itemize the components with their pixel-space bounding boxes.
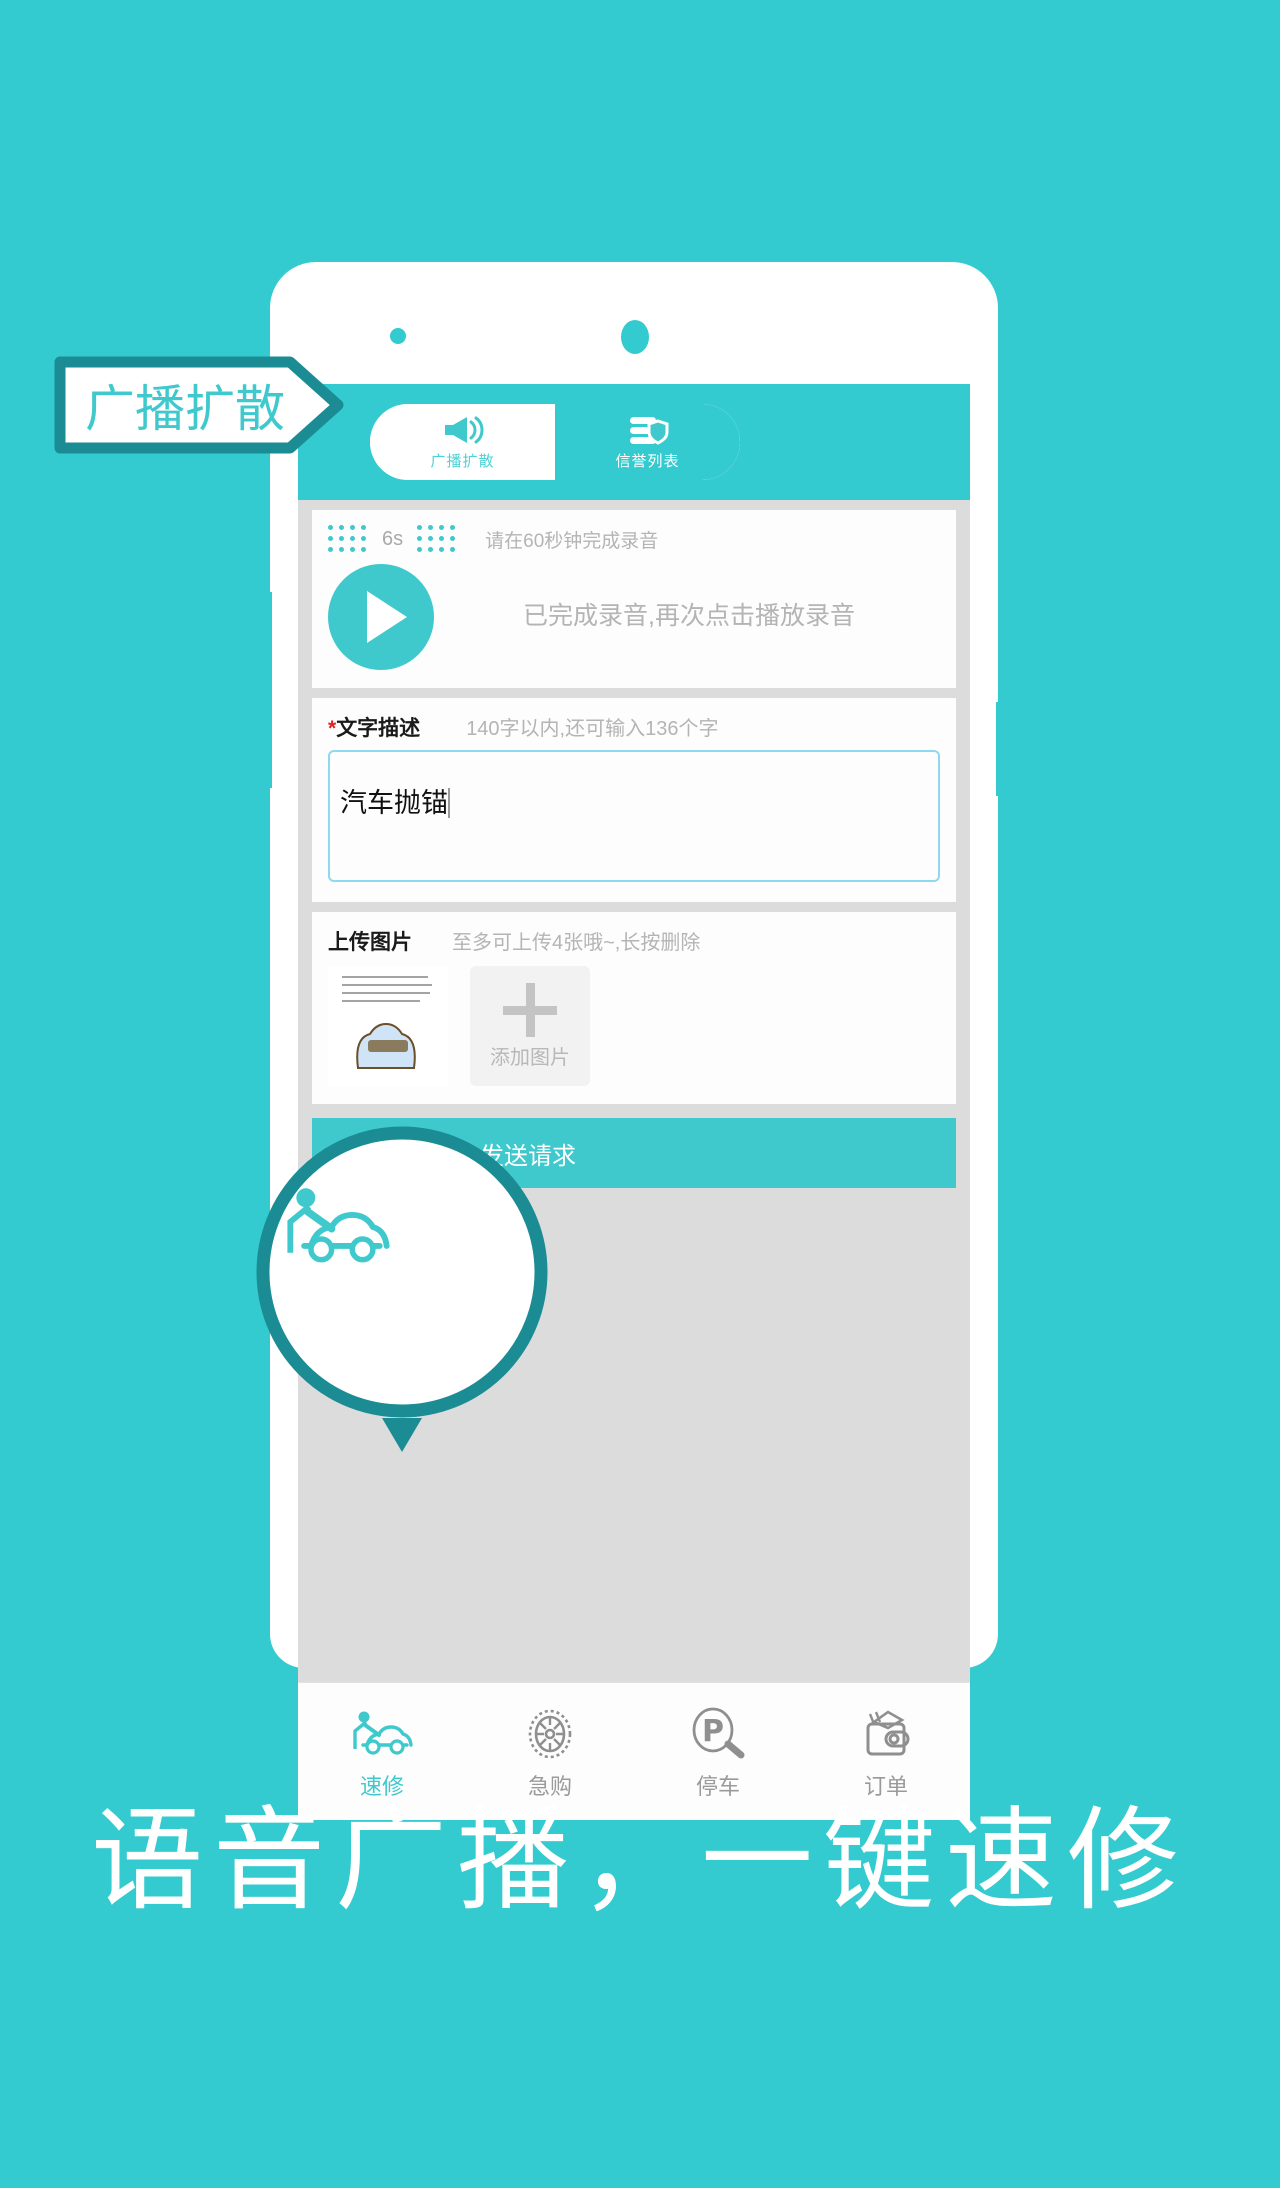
recording-player: 已完成录音,再次点击播放录音: [328, 564, 940, 670]
tab-credit-list[interactable]: 信誉列表: [555, 404, 740, 480]
upload-row: 添加图片: [328, 966, 940, 1086]
phone-screen: 广播扩散 信誉列表 6s 请在60秒钟完成录音 已完成录音,再次点击播放录音 *…: [298, 384, 970, 1820]
tab-broadcast-label: 广播扩散: [430, 453, 495, 470]
tab-broadcast[interactable]: 广播扩散: [370, 404, 555, 480]
add-image-button[interactable]: 添加图片: [470, 966, 590, 1086]
description-input[interactable]: 汽车抛锚: [328, 750, 940, 882]
callout-broadcast: 广播扩散: [46, 348, 352, 462]
proximity-sensor-icon: [390, 328, 406, 344]
uploaded-image-thumbnail[interactable]: [328, 966, 448, 1086]
description-title: 文字描述: [336, 717, 421, 740]
app-header: 广播扩散 信誉列表: [298, 384, 970, 500]
volume-button[interactable]: [260, 592, 272, 788]
upload-title: 上传图片: [328, 931, 412, 954]
plus-icon: [503, 982, 557, 1037]
tab-credit-list-label: 信誉列表: [615, 453, 680, 470]
tab-switcher: 广播扩散 信誉列表: [370, 404, 740, 480]
svg-text:P: P: [702, 1714, 724, 1749]
add-image-label: 添加图片: [490, 1046, 570, 1069]
credit-list-icon: [626, 413, 670, 447]
power-button[interactable]: [996, 702, 1008, 796]
highlight-bubble: [236, 1122, 568, 1488]
car-repair-icon: [349, 1703, 415, 1765]
recording-seconds: 6s: [382, 527, 404, 550]
recording-meta: 6s 请在60秒钟完成录音: [328, 524, 940, 554]
dot-grid-left-icon: [328, 524, 368, 554]
megaphone-icon: [441, 413, 485, 447]
play-icon: [367, 591, 407, 643]
dot-grid-right-icon: [417, 524, 457, 554]
recording-card: 6s 请在60秒钟完成录音 已完成录音,再次点击播放录音: [312, 510, 956, 688]
recording-status: 已完成录音,再次点击播放录音: [523, 602, 855, 631]
recording-hint: 请在60秒钟完成录音: [485, 530, 659, 552]
callout-label: 广播扩散: [85, 380, 285, 438]
play-button[interactable]: [328, 564, 434, 670]
description-card: * 文字描述 140字以内,还可输入136个字 汽车抛锚: [312, 698, 956, 902]
required-marker: *: [328, 717, 337, 740]
upload-header: 上传图片 至多可上传4张哦~,长按删除: [328, 926, 940, 956]
upload-hint: 至多可上传4张哦~,长按删除: [452, 932, 701, 954]
text-caret: [448, 788, 450, 818]
wallet-icon: [858, 1703, 914, 1765]
upload-card: 上传图片 至多可上传4张哦~,长按删除 添加图片: [312, 912, 956, 1104]
tagline: 语音广播，一键速修: [91, 1796, 1189, 1926]
description-counter: 140字以内,还可输入136个字: [466, 718, 719, 740]
front-camera-icon: [621, 320, 649, 354]
description-header: * 文字描述 140字以内,还可输入136个字: [328, 712, 940, 742]
tire-icon: [524, 1703, 576, 1765]
description-value: 汽车抛锚: [340, 788, 448, 818]
parking-search-icon: P: [689, 1703, 747, 1765]
